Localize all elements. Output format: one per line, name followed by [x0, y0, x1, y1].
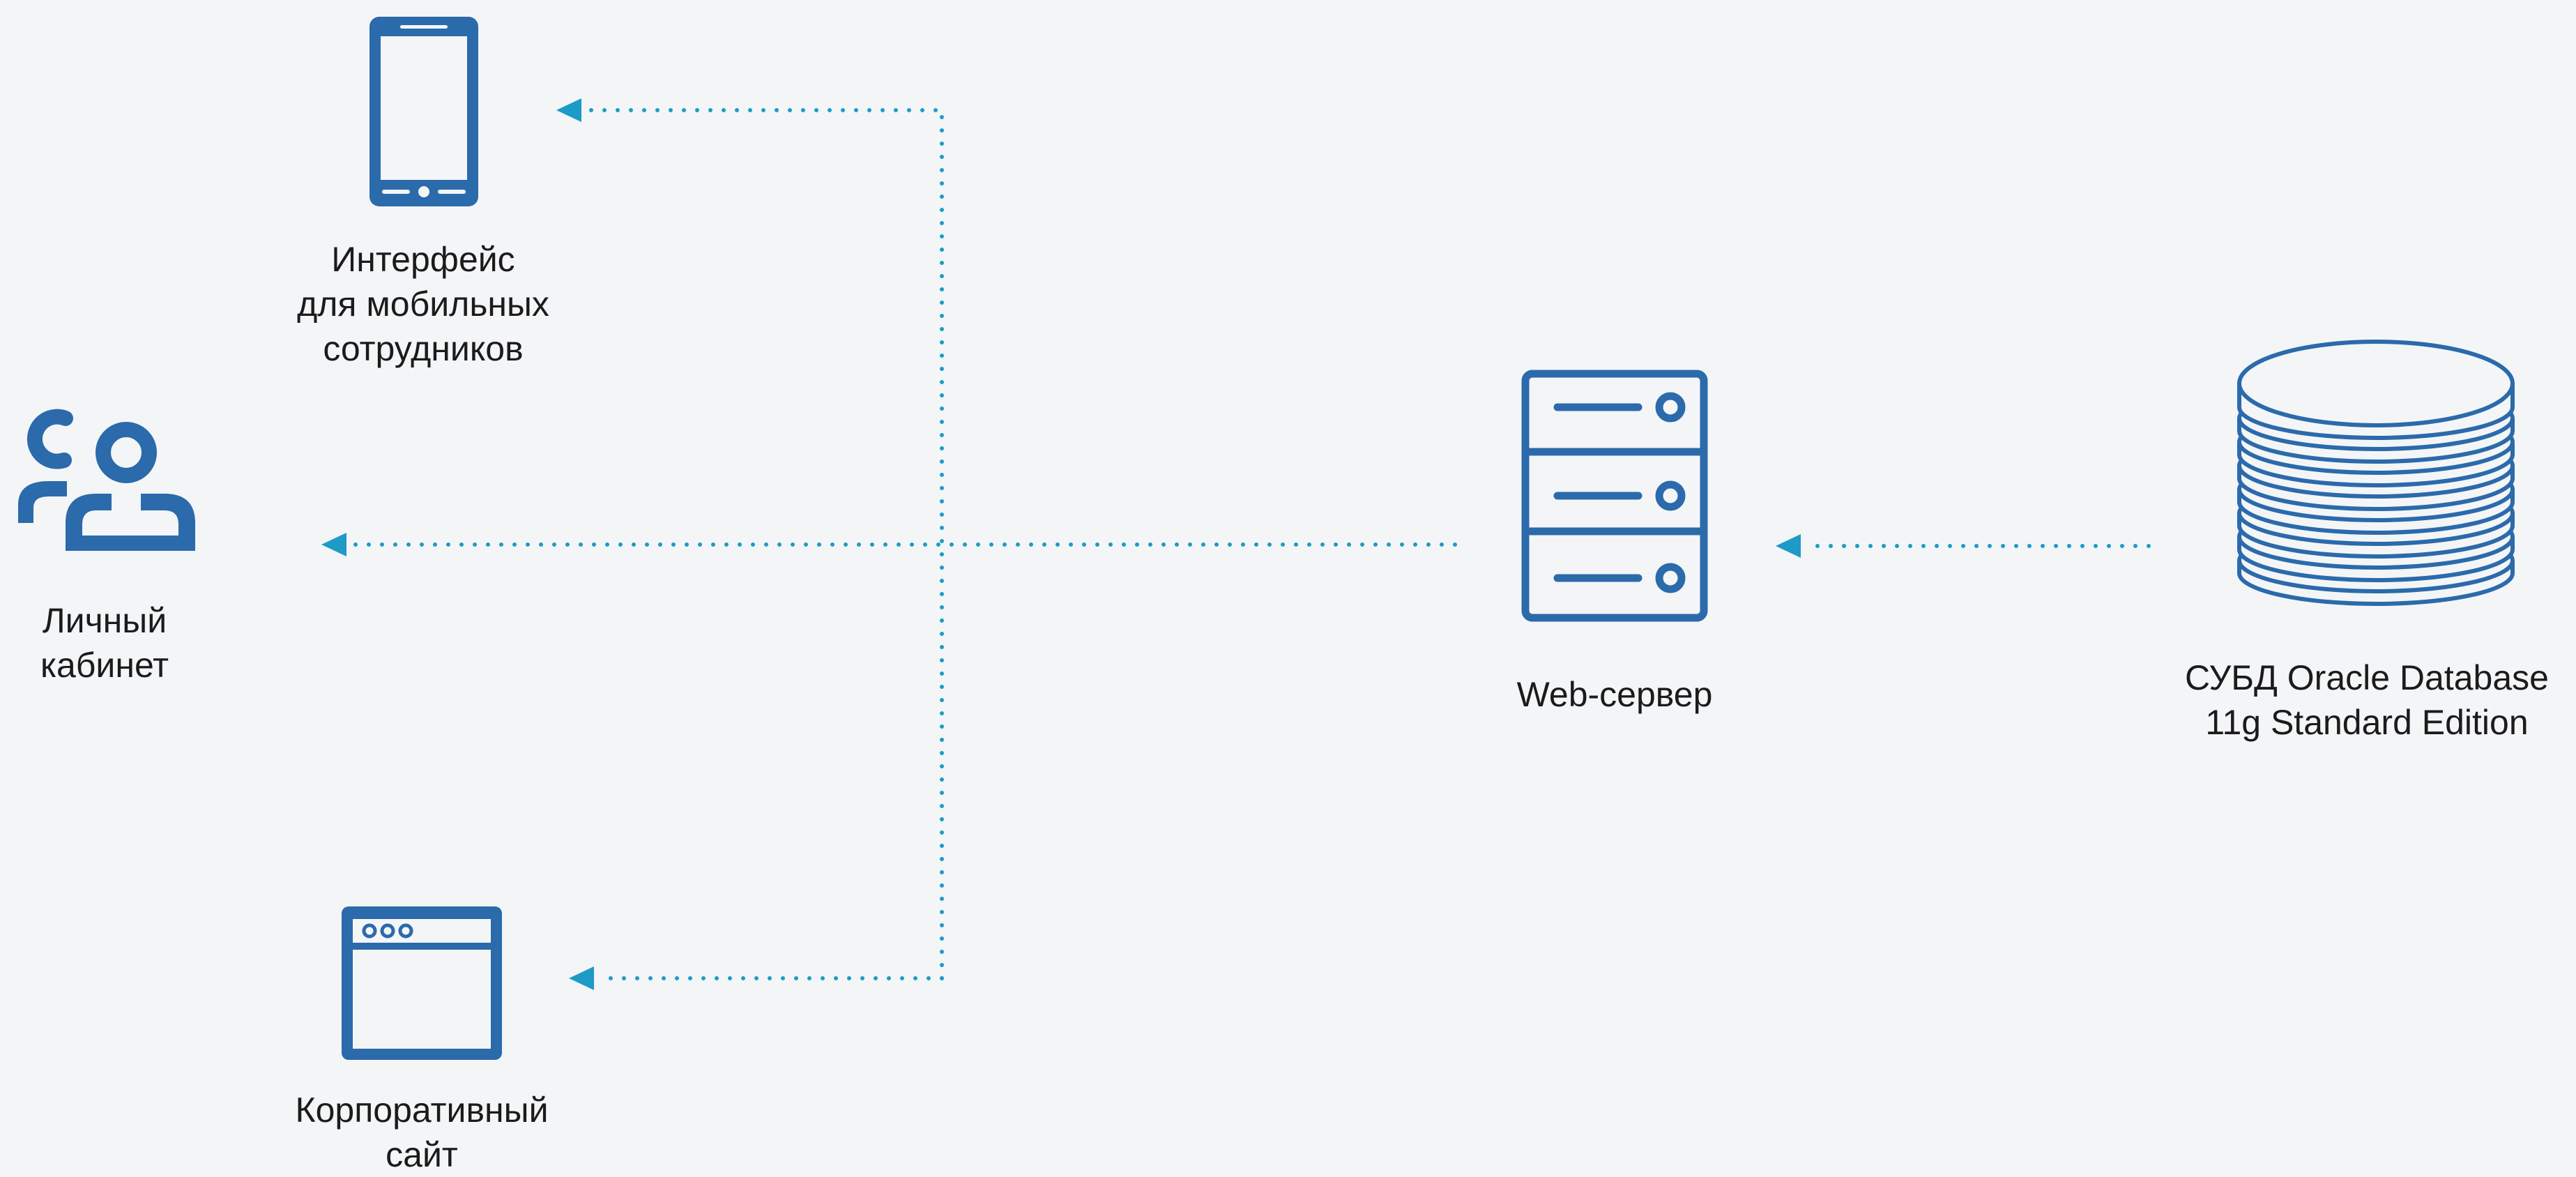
users-icon [18, 409, 195, 551]
database-label-line-1: СУБД Oracle Database [2185, 658, 2549, 697]
arrowhead-mobile [556, 98, 581, 122]
mobile-interface-label: Интерфейс для мобильных сотрудников [266, 237, 580, 371]
arrowhead-webserver [1776, 534, 1801, 558]
browser-window-icon [342, 906, 502, 1060]
smartphone-icon [369, 17, 478, 206]
architecture-diagram: Интерфейс для мобильных сотрудников Личн… [0, 0, 2576, 1174]
cabinet-label-line-1: Личный [42, 601, 167, 640]
database-label: СУБД Oracle Database 11g Standard Editio… [2158, 655, 2576, 745]
website-label-line-2: сайт [386, 1135, 458, 1174]
cabinet-label: Личный кабинет [0, 598, 209, 688]
mobile-label-line-2: для мобильных [297, 284, 549, 324]
database-icon [2237, 340, 2515, 606]
arrowhead-cabinet [321, 533, 346, 556]
mobile-label-line-1: Интерфейс [331, 240, 515, 279]
webserver-label-line-1: Web-сервер [1516, 675, 1713, 714]
website-label: Корпоративный сайт [247, 1088, 596, 1177]
database-label-line-2: 11g Standard Edition [2205, 703, 2529, 742]
mobile-label-line-3: сотрудников [323, 329, 524, 368]
server-icon [1521, 370, 1708, 622]
webserver-label: Web-сервер [1440, 672, 1789, 717]
website-label-line-1: Корпоративный [295, 1091, 549, 1130]
cabinet-label-line-2: кабинет [40, 646, 169, 685]
arrowhead-website [569, 966, 594, 990]
